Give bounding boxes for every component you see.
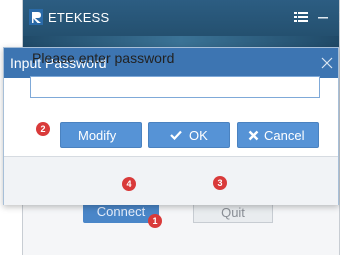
logo-icon [29,9,43,25]
password-input[interactable] [30,76,320,98]
app-title: ETEKESS [48,10,110,25]
dialog-close-icon[interactable] [320,56,334,70]
modify-label: Modify [78,128,117,143]
minimize-icon[interactable] [315,9,331,25]
cancel-label: Cancel [264,128,305,143]
password-prompt: Please enter password [32,50,175,66]
step-badge-2: 2 [36,122,50,136]
x-icon [248,130,259,141]
menu-icon[interactable] [293,9,309,25]
step-badge-3: 3 [213,176,227,190]
step-badge-4: 4 [122,177,136,191]
app-titlebar: ETEKESS [23,0,340,36]
cancel-button[interactable]: Cancel [237,122,319,148]
checkmark-icon [170,130,182,140]
ok-button[interactable]: OK [148,122,230,148]
modify-button[interactable]: Modify [60,122,142,148]
ok-label: OK [189,128,208,143]
step-badge-1: 1 [148,214,162,228]
dialog-footer [4,156,338,205]
